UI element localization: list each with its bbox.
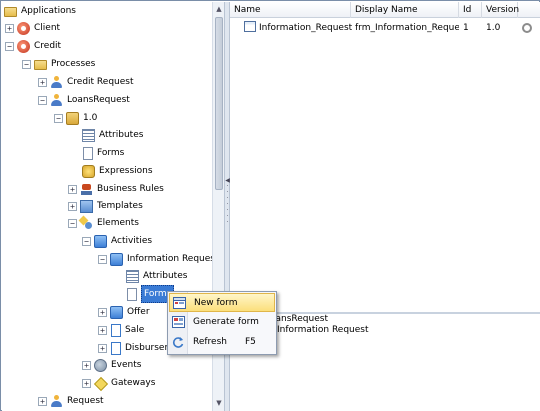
tree-node-offer[interactable]: + Offer [98,304,150,320]
menu-item-new-form[interactable]: New form [169,293,275,312]
column-header-name[interactable]: Name [230,2,351,18]
process-icon [50,75,63,89]
expand-icon[interactable]: + [68,184,77,194]
collapse-icon[interactable]: − [82,236,91,246]
expand-icon[interactable]: + [98,307,107,317]
tree-node-attributes[interactable]: Attributes [82,127,143,143]
table-row[interactable]: Information_Request frm_Information_Requ… [230,19,540,37]
expand-icon[interactable]: + [38,396,47,406]
activity-icon [111,341,121,355]
generate-form-icon [172,316,185,328]
activity-icon [110,252,123,266]
expressions-icon [82,164,95,178]
tree-node-loansrequest[interactable]: − LoansRequest [38,92,130,108]
tree-node-business-rules[interactable]: + Business Rules [68,181,164,197]
expand-icon[interactable]: + [68,201,77,211]
tree-node-forms[interactable]: Forms [82,145,124,161]
list-header: Name Display Name Id Version [230,2,540,18]
tree-node-credit[interactable]: − Credit [5,38,61,54]
tree-node-sale[interactable]: + Sale [98,322,144,338]
version-icon [66,111,79,125]
scroll-up-icon[interactable]: ▲ [214,4,224,14]
business-rules-icon [80,183,93,196]
forms-icon [127,287,137,301]
forms-list-view[interactable]: Name Display Name Id Version Information… [230,2,540,312]
activity-icon [111,323,121,337]
expand-icon[interactable]: + [98,325,107,335]
tree-node-request[interactable]: + Request [38,393,104,409]
folder-icon [34,60,47,70]
attributes-icon [82,128,95,142]
cell-name: Information_Request [244,19,352,37]
applications-folder-icon [4,7,17,17]
tree-node-client[interactable]: + Client [5,20,60,36]
process-icon [50,93,63,107]
tree-node-information-request[interactable]: − Information Request [98,251,213,267]
menu-item-refresh[interactable]: Refresh F5 [169,333,275,352]
application-icon [17,39,30,53]
column-header-id[interactable]: Id [459,2,482,18]
collapse-icon[interactable]: − [38,95,47,105]
collapse-icon[interactable]: − [5,41,14,51]
expand-icon[interactable]: + [38,77,47,87]
cell-version: 1.0 [486,23,501,33]
forms-icon [83,146,93,160]
expand-icon[interactable]: + [5,23,14,33]
tree-node-elements[interactable]: − Elements [68,215,139,231]
attributes-icon [126,269,139,283]
new-form-icon [173,297,186,309]
refresh-icon [172,336,185,348]
scroll-down-icon[interactable]: ▼ [214,398,224,408]
process-icon [50,394,63,408]
tree-node-events[interactable]: + Events [82,357,141,373]
context-menu[interactable]: New form Generate form Refresh F5 [167,291,277,355]
tree-node-applications[interactable]: Applications [4,3,76,19]
collapse-icon[interactable]: − [22,59,31,69]
cell-id: 1 [463,23,469,33]
events-icon [94,358,107,372]
expand-icon[interactable]: + [82,360,91,370]
column-header-display-name[interactable]: Display Name [351,2,459,18]
designer-window: Applications + Client − Credit − Process… [0,0,540,411]
tree-node-version[interactable]: − 1.0 [54,110,97,126]
scroll-thumb[interactable] [215,17,223,190]
settings-gear-icon[interactable] [522,19,536,37]
cell-display-name: frm_Information_Request [355,23,459,33]
templates-icon [80,199,93,213]
menu-item-generate-form[interactable]: Generate form [169,313,275,332]
tree-node-expressions[interactable]: Expressions [82,163,153,179]
form-icon [244,21,256,32]
elements-icon [80,217,93,230]
application-icon [17,21,30,35]
collapse-icon[interactable]: − [54,113,63,123]
tree-node-templates[interactable]: + Templates [68,198,143,214]
activities-icon [94,234,107,248]
tree-node-credit-request[interactable]: + Credit Request [38,74,134,90]
tree-node-processes[interactable]: − Processes [22,56,95,72]
tree-node-activity-attributes[interactable]: Attributes [126,268,187,284]
collapse-icon[interactable]: − [68,218,77,228]
details-process-name: oansRequest [270,314,328,324]
tree-node-activities[interactable]: − Activities [82,233,152,249]
expand-icon[interactable]: + [82,378,91,388]
tree-node-gateways[interactable]: + Gateways [82,375,155,391]
details-activity-name: Information Request [277,325,369,335]
collapse-icon[interactable]: − [98,254,107,264]
activity-icon [110,305,123,319]
gateways-icon [94,377,107,390]
column-header-version[interactable]: Version [482,2,519,18]
expand-icon[interactable]: + [98,343,107,353]
